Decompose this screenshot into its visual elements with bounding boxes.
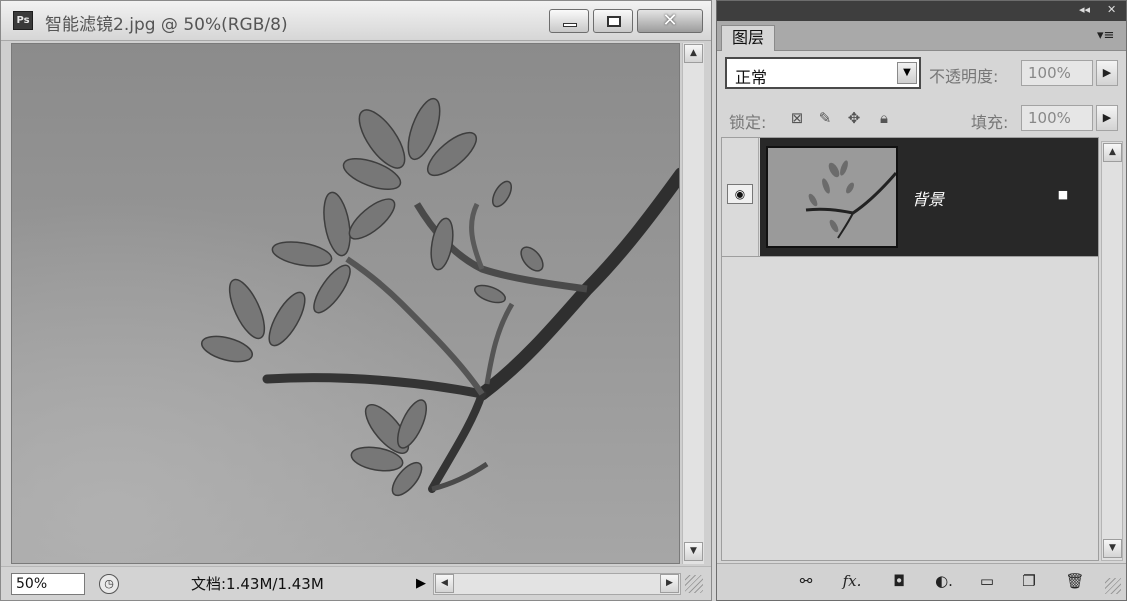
lock-all-icon[interactable]: 🔒︎	[874, 108, 894, 128]
layer-lock-icon: ■	[1057, 188, 1069, 201]
scroll-up-arrow-icon[interactable]: ▲	[684, 44, 703, 63]
lock-position-move-icon[interactable]: ✥	[844, 108, 864, 128]
layers-panel-footer: ⚯ fx. ◘ ◐. ▭ ❐ 🗑︎	[717, 563, 1126, 600]
panel-resize-grip-icon[interactable]	[1105, 578, 1121, 594]
opacity-input[interactable]: 100%	[1021, 60, 1093, 86]
status-menu-arrow-icon[interactable]: ▶	[411, 573, 431, 595]
blend-mode-select[interactable]: 正常 ▼	[725, 57, 921, 89]
restore-icon	[607, 16, 621, 27]
minimize-button[interactable]	[549, 9, 589, 33]
scroll-left-arrow-icon[interactable]: ◀	[435, 574, 454, 593]
adjustment-layer-icon[interactable]: ◐.	[929, 570, 959, 592]
panel-collapse-icon[interactable]: ◂◂	[1079, 3, 1090, 16]
eye-icon: ◉	[727, 184, 753, 204]
add-mask-icon[interactable]: ◘	[887, 570, 911, 592]
layers-panel: ◂◂ ✕ 图层 ▾≡ 正常 ▼ 不透明度: 100% ▶ 锁定: ⊠ ✎ ✥ 🔒…	[716, 0, 1127, 601]
panel-topbar[interactable]: ◂◂ ✕	[717, 1, 1126, 21]
panel-close-icon[interactable]: ✕	[1107, 3, 1116, 16]
lock-image-pixels-brush-icon[interactable]: ✎	[815, 108, 835, 128]
layer-row[interactable]: ◉ 背景 ■	[722, 138, 1098, 257]
lock-transparent-pixels-icon[interactable]: ⊠	[787, 108, 807, 128]
layer-name[interactable]: 背景	[912, 186, 944, 210]
fill-input[interactable]: 100%	[1021, 105, 1093, 131]
layers-scroll-down-arrow-icon[interactable]: ▼	[1103, 539, 1122, 558]
photo-branch-image	[12, 44, 679, 563]
document-titlebar[interactable]: Ps 智能滤镜2.jpg @ 50%(RGB/8) ✕	[1, 1, 711, 41]
document-statusbar: 50% ◷ 文档:1.43M/1.43M ▶ ◀ ▶	[1, 566, 711, 600]
new-layer-icon[interactable]: ❐	[1017, 570, 1041, 592]
scroll-down-arrow-icon[interactable]: ▼	[684, 542, 703, 561]
scroll-right-arrow-icon[interactable]: ▶	[660, 574, 679, 593]
lock-label: 锁定:	[729, 113, 767, 132]
layer-thumbnail-image	[768, 148, 896, 246]
opacity-label: 不透明度:	[929, 67, 999, 86]
panel-tabbar: 图层 ▾≡	[717, 21, 1126, 51]
zoom-level-input[interactable]: 50%	[11, 573, 85, 595]
document-title: 智能滤镜2.jpg @ 50%(RGB/8)	[45, 15, 288, 35]
chevron-down-icon[interactable]: ▼	[897, 62, 917, 84]
layer-style-fx-icon[interactable]: fx.	[837, 570, 867, 592]
document-window: Ps 智能滤镜2.jpg @ 50%(RGB/8) ✕ ▲ ▼ 50% ◷ 文档…	[0, 0, 712, 601]
photoshop-app-icon: Ps	[13, 11, 33, 30]
layers-scroll-up-arrow-icon[interactable]: ▲	[1103, 143, 1122, 162]
layer-selected-body[interactable]: 背景 ■	[760, 138, 1098, 256]
panel-menu-icon[interactable]: ▾≡	[1097, 28, 1114, 43]
document-size-info: 文档:1.43M/1.43M	[191, 575, 324, 593]
horizontal-scrollbar[interactable]: ◀ ▶	[433, 573, 681, 595]
restore-button[interactable]	[593, 9, 633, 33]
status-info-icon[interactable]: ◷	[99, 574, 119, 594]
layer-thumbnail	[766, 146, 898, 248]
new-group-folder-icon[interactable]: ▭	[975, 570, 999, 592]
layers-vertical-scrollbar[interactable]: ▲ ▼	[1101, 141, 1123, 561]
tab-layers[interactable]: 图层	[721, 25, 775, 51]
layer-visibility-toggle[interactable]: ◉	[722, 138, 759, 256]
fill-label: 填充:	[971, 113, 1009, 132]
delete-layer-trash-icon[interactable]: 🗑︎	[1063, 570, 1087, 592]
minimize-icon	[563, 23, 577, 27]
opacity-slider-arrow-icon[interactable]: ▶	[1096, 60, 1118, 86]
close-icon: ✕	[662, 10, 678, 31]
fill-slider-arrow-icon[interactable]: ▶	[1096, 105, 1118, 131]
layers-list: ◉ 背景 ■	[721, 137, 1099, 561]
document-canvas[interactable]	[11, 43, 680, 564]
resize-grip-icon[interactable]	[685, 575, 703, 593]
blend-mode-value: 正常	[735, 68, 768, 87]
vertical-scrollbar[interactable]: ▲ ▼	[682, 43, 704, 564]
link-layers-icon[interactable]: ⚯	[789, 570, 823, 592]
close-button[interactable]: ✕	[637, 9, 703, 33]
